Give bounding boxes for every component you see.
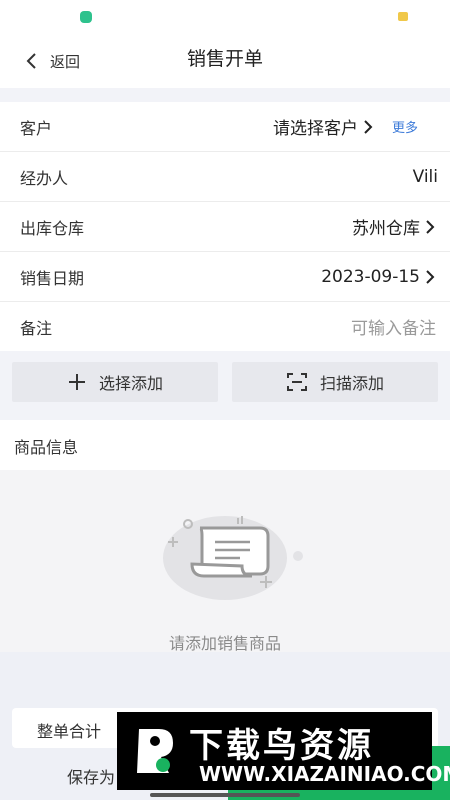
remark-input[interactable]: 可输入备注 [351, 314, 436, 339]
chevron-right-icon [426, 269, 435, 284]
notification-icon [80, 11, 92, 23]
remark-row[interactable]: 备注 可输入备注 [0, 302, 450, 351]
select-add-button[interactable]: 选择添加 [12, 362, 218, 402]
handler-value[interactable]: Vili [413, 167, 438, 187]
add-actions-bar: 选择添加 扫描添加 [0, 352, 450, 414]
watermark-title: 下载鸟资源 [189, 726, 374, 766]
goods-title: 商品信息 [14, 438, 79, 457]
page-title: 销售开单 [186, 48, 263, 70]
customer-value: 请选择客户 [272, 119, 358, 139]
sale-date-value: 2023-09-15 [321, 266, 420, 287]
select-add-label: 选择添加 [98, 374, 163, 393]
empty-goods-text: 请添加销售商品 [168, 634, 281, 653]
nav-header: 返回 销售开单 [0, 34, 450, 88]
warehouse-label: 出库仓库 [20, 218, 85, 238]
warehouse-select[interactable]: 苏州仓库 [352, 214, 436, 239]
empty-receipt-icon [163, 516, 303, 600]
plus-icon [68, 374, 85, 390]
customer-select[interactable]: 请选择客户 更多 [273, 114, 436, 139]
home-indicator[interactable] [150, 793, 300, 797]
chevron-right-icon [364, 119, 373, 134]
goods-section: 商品信息 请添加销售商品 [0, 420, 450, 653]
scan-add-label: 扫描添加 [319, 374, 384, 393]
sale-date-row[interactable]: 销售日期 2023-09-15 [0, 252, 450, 302]
handler-label: 经办人 [20, 168, 69, 188]
watermark-overlay: 下载鸟资源 WWW.XIAZAINIAO.COM [117, 712, 450, 790]
chevron-right-icon [426, 219, 435, 234]
customer-label: 客户 [20, 118, 53, 138]
warehouse-value: 苏州仓库 [352, 219, 420, 239]
save-draft-button[interactable]: 保存为 [67, 764, 115, 788]
battery-icon [398, 12, 408, 21]
watermark-url: WWW.XIAZAINIAO.COM [199, 762, 450, 786]
order-form: 客户 请选择客户 更多 经办人 Vili 出库仓库 苏州仓库 销售日期 2023… [0, 102, 450, 351]
bird-logo-icon [137, 729, 173, 773]
warehouse-row[interactable]: 出库仓库 苏州仓库 [0, 202, 450, 252]
scan-add-button[interactable]: 扫描添加 [232, 362, 438, 402]
total-label: 整单合计 [37, 722, 102, 741]
more-link[interactable]: 更多 [392, 117, 418, 136]
goods-empty-state: 请添加销售商品 [0, 470, 450, 653]
remark-label: 备注 [20, 318, 53, 338]
customer-row[interactable]: 客户 请选择客户 更多 [0, 102, 450, 152]
handler-row[interactable]: 经办人 Vili [0, 152, 450, 202]
scan-icon [286, 373, 307, 391]
status-bar [0, 0, 450, 34]
sale-date-select[interactable]: 2023-09-15 [321, 267, 436, 287]
sale-date-label: 销售日期 [20, 268, 85, 288]
